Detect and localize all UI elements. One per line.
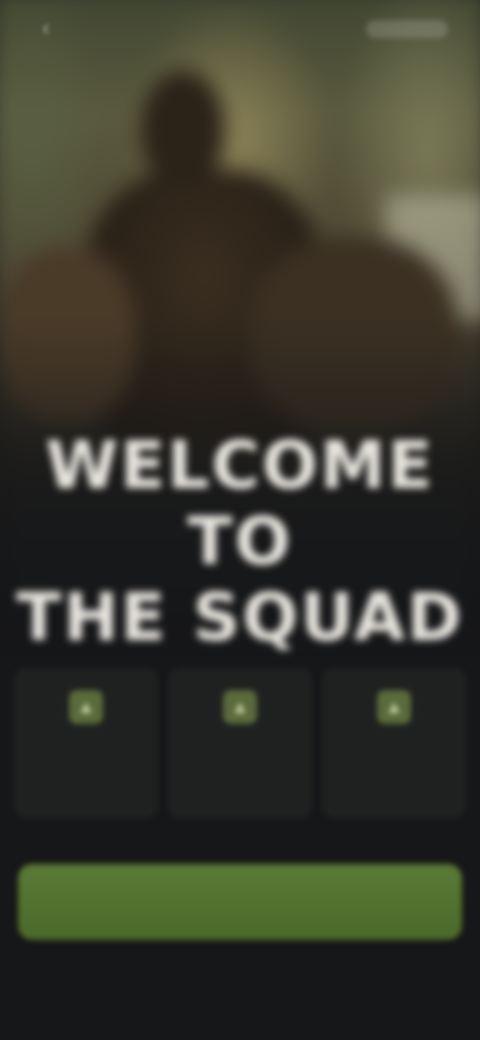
- feature-icon: ▲: [223, 690, 257, 724]
- feature-icon: ▲: [377, 690, 411, 724]
- feature-cards: ▲ ▲ ▲: [14, 668, 466, 818]
- feature-card: ▲: [168, 668, 312, 818]
- feature-icon: ▲: [69, 690, 103, 724]
- feature-card: ▲: [14, 668, 158, 818]
- headline: WELCOME TO THE SQUAD: [0, 428, 480, 656]
- top-bar: ‹: [0, 0, 480, 56]
- top-right-indicator: [366, 20, 448, 38]
- headline-line-1: WELCOME TO: [45, 427, 435, 580]
- headline-line-2: THE SQUAD: [16, 579, 464, 656]
- primary-cta-button[interactable]: [18, 864, 462, 940]
- chevron-left-icon[interactable]: ‹: [28, 14, 64, 42]
- feature-card: ▲: [322, 668, 466, 818]
- secondary-link[interactable]: [140, 958, 340, 984]
- welcome-screen: ‹ WELCOME TO THE SQUAD ▲ ▲ ▲: [0, 0, 480, 1040]
